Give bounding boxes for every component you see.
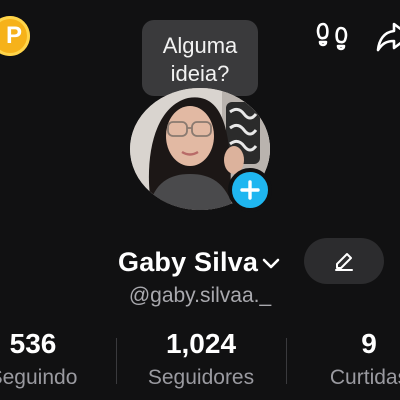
profile-screen: P Alguma ideia? Gaby Silva @gaby.silvaa.… — [0, 0, 400, 400]
note-bubble-line-2: ideia? — [170, 61, 230, 86]
edit-profile-button[interactable] — [304, 238, 384, 284]
display-name: Gaby Silva — [118, 246, 259, 277]
followers-count: 1,024 — [165, 328, 237, 359]
username: @gaby.silvaa._ — [128, 284, 272, 307]
chevron-down-icon — [262, 258, 280, 269]
share-icon[interactable] — [376, 18, 400, 56]
likes-count: 9 — [361, 328, 377, 359]
coin-symbol: P — [5, 22, 22, 49]
plus-icon — [240, 180, 260, 200]
likes-label: Curtidas — [329, 366, 400, 389]
stat-likes[interactable]: 9 Curtidas — [284, 328, 400, 390]
following-count: 536 — [9, 328, 57, 359]
stat-following[interactable]: 536 Seguindo — [0, 328, 118, 390]
note-bubble-line-1: Alguma — [162, 33, 238, 58]
pencil-icon — [335, 253, 353, 271]
note-bubble[interactable]: Alguma ideia? — [142, 20, 258, 96]
add-story-button[interactable] — [228, 168, 272, 212]
stat-followers[interactable]: 1,024 Seguidores — [116, 328, 286, 390]
footprints-icon[interactable] — [314, 18, 352, 56]
account-switcher[interactable]: Gaby Silva — [118, 244, 282, 280]
following-label: Seguindo — [0, 366, 78, 389]
coin-icon[interactable]: P — [0, 16, 30, 56]
followers-label: Seguidores — [147, 366, 255, 389]
